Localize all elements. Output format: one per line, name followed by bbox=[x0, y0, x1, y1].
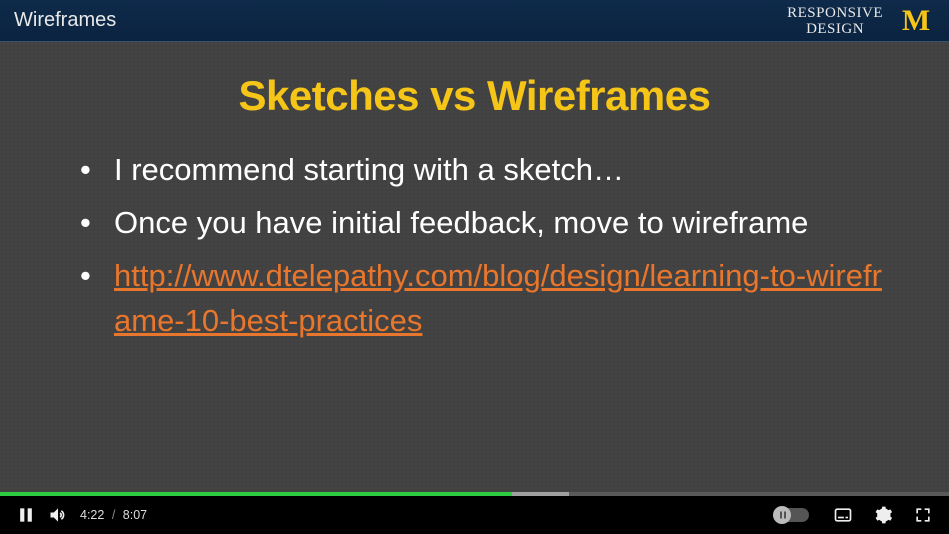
reference-link[interactable]: http://www.dtelepathy.com/blog/design/le… bbox=[114, 258, 882, 338]
slide-body: Sketches vs Wireframes I recommend start… bbox=[0, 42, 949, 376]
pause-icon bbox=[16, 505, 36, 525]
right-controls bbox=[775, 499, 939, 531]
fullscreen-icon bbox=[913, 505, 933, 525]
bullet-list: I recommend starting with a sketch… Once… bbox=[50, 148, 899, 344]
time-display: 4:22 / 8:07 bbox=[80, 508, 147, 522]
gear-icon bbox=[873, 505, 893, 525]
slide-header-right: RESPONSIVE DESIGN M bbox=[787, 5, 935, 37]
settings-button[interactable] bbox=[867, 499, 899, 531]
autoplay-pause-icon bbox=[777, 509, 789, 521]
logo-letter: M bbox=[902, 4, 928, 38]
course-label-line2: DESIGN bbox=[787, 21, 883, 37]
slide-header-left: Wireframes bbox=[14, 9, 116, 32]
course-label: RESPONSIVE DESIGN bbox=[787, 5, 883, 37]
current-time: 4:22 bbox=[80, 508, 104, 522]
time-separator: / bbox=[112, 508, 115, 522]
pause-button[interactable] bbox=[10, 499, 42, 531]
video-content: Wireframes RESPONSIVE DESIGN M Sketches … bbox=[0, 0, 949, 494]
course-label-line1: RESPONSIVE bbox=[787, 5, 883, 21]
slide-header: Wireframes RESPONSIVE DESIGN M bbox=[0, 0, 949, 42]
subtitles-icon bbox=[833, 505, 853, 525]
slide-title: Sketches vs Wireframes bbox=[50, 72, 899, 120]
volume-icon bbox=[48, 505, 68, 525]
list-item: http://www.dtelepathy.com/blog/design/le… bbox=[80, 254, 899, 344]
player-controls: 4:22 / 8:07 bbox=[0, 496, 949, 534]
list-item: I recommend starting with a sketch… bbox=[80, 148, 899, 193]
video-player: Wireframes RESPONSIVE DESIGN M Sketches … bbox=[0, 0, 949, 534]
subtitles-button[interactable] bbox=[827, 499, 859, 531]
autoplay-toggle[interactable] bbox=[775, 508, 809, 522]
list-item: Once you have initial feedback, move to … bbox=[80, 201, 899, 246]
duration: 8:07 bbox=[123, 508, 147, 522]
university-logo: M bbox=[895, 7, 935, 35]
volume-button[interactable] bbox=[42, 499, 74, 531]
fullscreen-button[interactable] bbox=[907, 499, 939, 531]
